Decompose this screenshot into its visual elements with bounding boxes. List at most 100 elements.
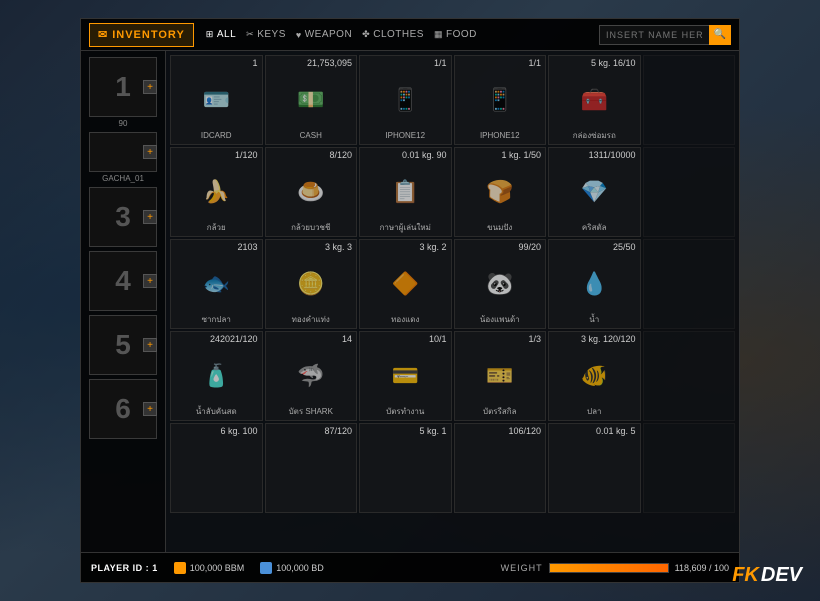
item-cell[interactable] xyxy=(643,55,736,145)
item-cell[interactable]: 1🪪IDCARD xyxy=(170,55,263,145)
item-count: 242021/120 xyxy=(175,335,258,346)
slot-4: 4 + xyxy=(89,251,157,311)
item-cell[interactable]: 3 kg. 2🔶ทองแดง xyxy=(359,239,452,329)
weapon-icon: ♥ xyxy=(296,30,302,40)
bd-icon xyxy=(260,562,272,574)
slot-box-gacha[interactable]: + xyxy=(89,132,157,172)
tab-clothes[interactable]: ✤ CLOTHES xyxy=(362,29,424,40)
item-icon-area: 📱 xyxy=(459,70,542,129)
item-icon-area: 🧰 xyxy=(553,70,636,129)
item-icon-area xyxy=(270,438,353,507)
slot-label-gacha: GACHA_01 xyxy=(89,174,157,183)
item-icon-area xyxy=(459,438,542,507)
slot-box-5[interactable]: 5 + xyxy=(89,315,157,375)
item-icon-area xyxy=(553,438,636,507)
item-count: 0.01 kg. 5 xyxy=(553,427,636,438)
item-cell[interactable] xyxy=(643,147,736,237)
bd-currency: 100,000 BD xyxy=(260,562,324,574)
tab-weapon-label: WEAPON xyxy=(305,29,352,40)
item-count xyxy=(648,59,731,70)
item-icon-area xyxy=(175,438,258,507)
tab-weapon[interactable]: ♥ WEAPON xyxy=(296,29,352,40)
slot-box-3[interactable]: 3 + xyxy=(89,187,157,247)
item-cell[interactable]: 1/1📱IPHONE12 xyxy=(359,55,452,145)
item-cell[interactable]: 1/120🍌กล้วย xyxy=(170,147,263,237)
slot-plus-gacha[interactable]: + xyxy=(143,145,157,159)
sidebar: 1 + 90 + GACHA_01 3 + 4 + xyxy=(81,51,166,552)
slot-box-4[interactable]: 4 + xyxy=(89,251,157,311)
inventory-tab[interactable]: ✉ INVENTORY xyxy=(89,23,194,47)
inventory-label: INVENTORY xyxy=(112,29,185,41)
search-button[interactable]: 🔍 xyxy=(709,25,731,45)
tab-keys[interactable]: ✂ KEYS xyxy=(246,29,286,40)
item-icon: 📋 xyxy=(392,179,419,205)
item-cell[interactable] xyxy=(643,239,736,329)
item-cell[interactable]: 242021/120🧴น้ำลับคันสด xyxy=(170,331,263,421)
item-cell[interactable]: 5 kg. 1 xyxy=(359,423,452,513)
item-count: 1/1 xyxy=(364,59,447,70)
item-cell[interactable]: 3 kg. 120/120🐠ปลา xyxy=(548,331,641,421)
item-cell[interactable]: 14🦈บัตร SHARK xyxy=(265,331,358,421)
bbm-icon xyxy=(174,562,186,574)
item-name: ขนมปัง xyxy=(459,223,542,233)
filter-tabs: ⊞ ALL ✂ KEYS ♥ WEAPON ✤ CLOTHES ▦ FOOD xyxy=(206,29,587,40)
item-count: 14 xyxy=(270,335,353,346)
slot-plus-5[interactable]: + xyxy=(143,338,157,352)
item-count: 0.01 kg. 90 xyxy=(364,151,447,162)
item-icon-area: 🧴 xyxy=(175,346,258,405)
item-cell[interactable]: 0.01 kg. 90📋กาษาผู้เล่นใหม่ xyxy=(359,147,452,237)
item-icon: 🍞 xyxy=(486,179,513,205)
item-icon: 🐼 xyxy=(486,271,513,297)
item-grid: 1🪪IDCARD21,753,095💵CASH1/1📱IPHONE121/1📱I… xyxy=(170,55,735,513)
item-icon-area xyxy=(364,438,447,507)
slot-box-1[interactable]: 1 + xyxy=(89,57,157,117)
tab-food[interactable]: ▦ FOOD xyxy=(434,29,477,40)
item-cell[interactable]: 1/1📱IPHONE12 xyxy=(454,55,547,145)
item-name: ซากปลา xyxy=(175,315,258,325)
item-cell[interactable]: 25/50💧น้ำ xyxy=(548,239,641,329)
item-icon-area: 🐟 xyxy=(175,254,258,313)
item-icon-area: 💧 xyxy=(553,254,636,313)
bbm-currency: 100,000 BBM xyxy=(174,562,245,574)
slot-label-1: 90 xyxy=(89,119,157,128)
item-name: กล้วย xyxy=(175,223,258,233)
item-icon-area xyxy=(648,438,731,507)
item-cell[interactable]: 87/120 xyxy=(265,423,358,513)
item-icon: 🎫 xyxy=(486,363,513,389)
slot-plus-1[interactable]: + xyxy=(143,80,157,94)
item-icon: 💎 xyxy=(581,179,608,205)
item-cell[interactable]: 0.01 kg. 5 xyxy=(548,423,641,513)
slot-plus-4[interactable]: + xyxy=(143,274,157,288)
item-cell[interactable]: 1311/10000💎คริสตัล xyxy=(548,147,641,237)
item-count: 1/1 xyxy=(459,59,542,70)
item-icon: 🍮 xyxy=(297,179,324,205)
item-cell[interactable]: 10/1💳บัตรทำงาน xyxy=(359,331,452,421)
item-cell[interactable]: 6 kg. 100 xyxy=(170,423,263,513)
item-icon: 📱 xyxy=(392,87,419,113)
item-count: 87/120 xyxy=(270,427,353,438)
item-cell[interactable] xyxy=(643,423,736,513)
slot-plus-3[interactable]: + xyxy=(143,210,157,224)
slot-number-1: 1 xyxy=(115,71,131,103)
slot-plus-6[interactable]: + xyxy=(143,402,157,416)
search-area: 🔍 xyxy=(599,25,731,45)
item-cell[interactable] xyxy=(643,331,736,421)
slot-box-6[interactable]: 6 + xyxy=(89,379,157,439)
item-name: ปลา xyxy=(553,407,636,417)
item-cell[interactable]: 5 kg. 16/10🧰กล่องซ่อมรถ xyxy=(548,55,641,145)
item-cell[interactable]: 8/120🍮กล้วยบวชชี xyxy=(265,147,358,237)
item-cell[interactable]: 1 kg. 1/50🍞ขนมปัง xyxy=(454,147,547,237)
search-input[interactable] xyxy=(599,25,709,45)
item-count: 25/50 xyxy=(553,243,636,254)
item-cell[interactable]: 106/120 xyxy=(454,423,547,513)
keys-icon: ✂ xyxy=(246,29,254,40)
item-count xyxy=(648,427,731,438)
item-cell[interactable]: 2103🐟ซากปลา xyxy=(170,239,263,329)
item-cell[interactable]: 3 kg. 3🪙ทองคำแท่ง xyxy=(265,239,358,329)
item-cell[interactable]: 21,753,095💵CASH xyxy=(265,55,358,145)
tab-all[interactable]: ⊞ ALL xyxy=(206,29,236,40)
fkdev-logo: FK DEV xyxy=(732,564,802,587)
item-cell[interactable]: 1/3🎫บัตรรีสกิล xyxy=(454,331,547,421)
weight-section: WEIGHT 118,609 / 100 xyxy=(501,563,729,573)
item-cell[interactable]: 99/20🐼น้องแพนด้า xyxy=(454,239,547,329)
